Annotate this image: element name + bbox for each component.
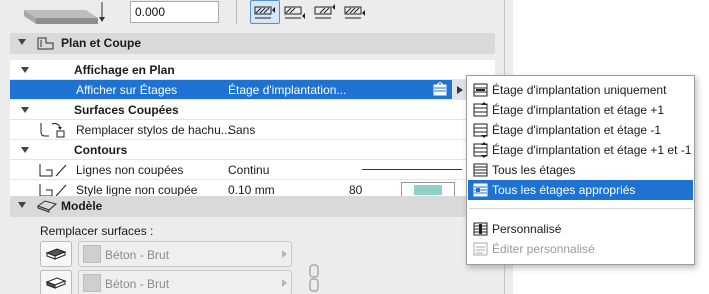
menu-item-label: Étage d'implantation et étage +1 et -1 [492, 143, 692, 157]
collapse-triangle-icon[interactable] [18, 39, 26, 45]
pen-number: 80 [349, 183, 363, 197]
group-label: Contours [74, 143, 128, 157]
menu-item-label: Tous les étages appropriés [492, 183, 636, 197]
plan-section-icon [37, 37, 54, 50]
menu-item-label: Étage d'implantation et étage +1 [492, 103, 665, 117]
group-surfaces-coupees[interactable]: Surfaces Coupées [10, 100, 495, 120]
section-modele[interactable]: Modèle [10, 196, 495, 217]
slab-bottom-icon [344, 6, 365, 19]
row-lignes-non-coupees[interactable]: Lignes non coupées Continu [10, 160, 495, 180]
group-label: Affichage en Plan [74, 63, 175, 77]
story-plus-minus-one-icon [473, 142, 488, 158]
story-plus-one-icon [473, 102, 488, 117]
menu-item-label: Étage d'implantation et étage -1 [492, 123, 662, 137]
row-label: Remplacer stylos de hachu... [76, 123, 231, 137]
row-label: Style ligne non coupée [76, 183, 198, 197]
menu-item-etage-plus-1[interactable]: Étage d'implantation et étage +1 [468, 100, 693, 120]
section-title-plan-et-coupe: Plan et Coupe [61, 36, 142, 50]
group-contours[interactable]: Contours [10, 140, 495, 160]
structure-mode-2-button[interactable] [280, 0, 310, 24]
slab-preview-icon [24, 2, 105, 24]
chevron-right-icon [282, 250, 287, 258]
menu-item-personnalise[interactable]: Personnalisé [468, 219, 693, 239]
row-value: 0.10 mm [228, 183, 275, 197]
slab-core-icon [284, 6, 305, 19]
menu-item-label: Étage d'implantation uniquement [492, 83, 667, 97]
collapse-triangle-icon[interactable] [21, 147, 29, 153]
pen-override-icon [40, 122, 65, 138]
chevron-right-icon [282, 279, 287, 287]
menu-item-tous-les-etages[interactable]: Tous les étages [468, 160, 693, 180]
row-label: Lignes non coupées [76, 163, 184, 177]
stories-icon [433, 82, 447, 96]
surface-side-button[interactable] [40, 270, 72, 294]
row-remplacer-stylos[interactable]: Remplacer stylos de hachu... Sans [10, 120, 495, 140]
surface-name: Béton - Brut [105, 277, 170, 291]
row-value: Étage d'implantation... [228, 83, 347, 97]
all-stories-icon [473, 163, 488, 177]
row-afficher-sur-etages[interactable]: Afficher sur Étages Étage d'implantation… [10, 80, 495, 100]
uncut-lines-icon [39, 164, 67, 177]
section-title-modele: Modèle [61, 199, 103, 213]
toolbar-divider [236, 0, 237, 24]
structure-mode-1-button[interactable] [250, 0, 280, 24]
menu-item-tous-les-etages-appropries[interactable]: Tous les étages appropriés [468, 180, 693, 200]
settings-panel: Plan et Coupe Affichage en Plan Afficher… [0, 0, 513, 294]
menu-separator [469, 208, 692, 209]
row-label: Afficher sur Étages [76, 83, 178, 97]
group-affichage-en-plan[interactable]: Affichage en Plan [10, 60, 495, 80]
chevron-right-icon [457, 86, 463, 94]
story-minus-one-icon [473, 123, 488, 138]
menu-item-editer-personnalise: Éditer personnalisé [468, 239, 693, 259]
collapse-triangle-icon[interactable] [21, 107, 29, 113]
line-type-sample [362, 169, 462, 170]
group-label: Surfaces Coupées [74, 103, 179, 117]
slab-structure-icon [254, 6, 275, 19]
surface-side-icon [45, 277, 67, 289]
slab-top-icon [314, 4, 335, 19]
custom-stories-icon [473, 222, 488, 236]
collapse-triangle-icon[interactable] [21, 67, 29, 73]
model-section-icon [36, 200, 58, 213]
menu-item-etage-uniquement[interactable]: Étage d'implantation uniquement [468, 80, 693, 100]
row-value: Continu [228, 163, 270, 177]
structure-mode-4-button[interactable] [340, 0, 370, 24]
row-value: Sans [228, 123, 256, 137]
menu-item-label: Personnalisé [492, 222, 562, 236]
offset-input[interactable] [130, 1, 219, 23]
surface-select-1[interactable]: Béton - Brut [78, 241, 292, 267]
afficher-etages-submenu: Étage d'implantation uniquement Étage d'… [466, 75, 695, 265]
menu-item-label: Éditer personnalisé [492, 242, 595, 256]
remplacer-surfaces-label: Remplacer surfaces : [40, 224, 154, 238]
swatch-fill [414, 185, 442, 195]
relevant-stories-icon [473, 183, 488, 197]
structure-mode-3-button[interactable] [310, 0, 340, 24]
link-chain-icon[interactable] [308, 264, 320, 292]
surface-swatch [83, 274, 101, 292]
story-only-icon [473, 83, 488, 97]
collapse-triangle-icon[interactable] [18, 202, 26, 208]
surface-swatch [83, 245, 101, 263]
surface-select-2[interactable]: Béton - Brut [78, 270, 292, 294]
surface-top-icon [45, 248, 67, 260]
menu-item-etage-plus-moins-1[interactable]: Étage d'implantation et étage +1 et -1 [468, 140, 693, 160]
menu-item-etage-moins-1[interactable]: Étage d'implantation et étage -1 [468, 120, 693, 140]
menu-item-label: Tous les étages [492, 163, 576, 177]
surface-name: Béton - Brut [105, 248, 170, 262]
section-plan-et-coupe[interactable]: Plan et Coupe [10, 33, 495, 54]
edit-custom-icon [473, 242, 488, 256]
surface-top-button[interactable] [40, 241, 72, 267]
